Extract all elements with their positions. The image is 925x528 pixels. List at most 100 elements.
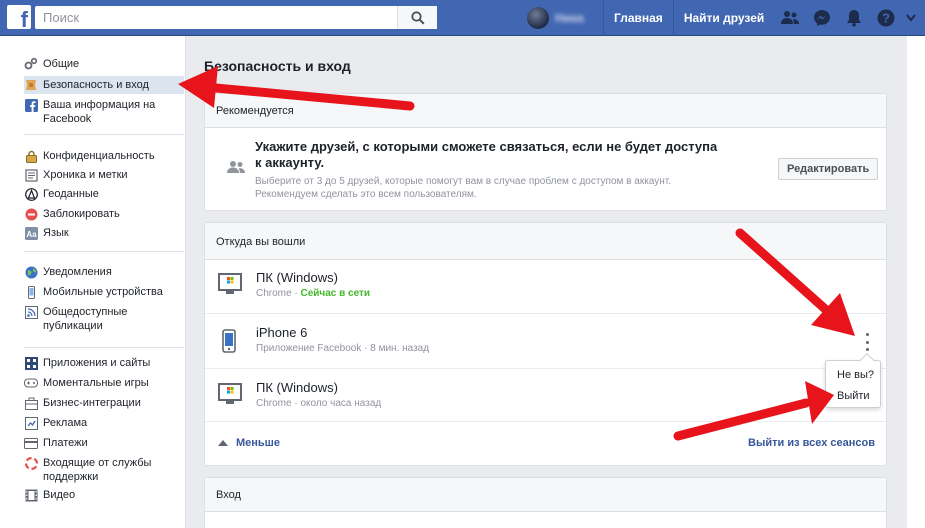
menu-item-logout[interactable]: Выйти (837, 390, 870, 402)
business-icon (24, 396, 38, 410)
card-icon (24, 436, 38, 450)
sidebar-item-label: Приложения и сайты (43, 357, 151, 369)
mobile-icon (24, 285, 38, 299)
sidebar-item-label: Моментальные игры (43, 377, 149, 389)
session-row: iPhone 6 Приложение Facebook · 8 мин. на… (205, 315, 886, 369)
session-more-options-icon[interactable] (862, 333, 872, 351)
client-name: Приложение Facebook (256, 343, 362, 354)
sidebar-item-general[interactable]: Общие (24, 57, 184, 71)
rss-icon (24, 305, 38, 319)
sidebar-item-label: Конфиденциальность (43, 150, 155, 162)
film-icon (24, 488, 38, 502)
edit-button[interactable]: Редактировать (778, 158, 879, 180)
friend-requests-icon[interactable] (774, 0, 806, 36)
ads-icon (24, 416, 38, 430)
sidebar-item-language[interactable]: Aa Язык (24, 226, 184, 240)
session-options-menu: Не вы? Выйти (825, 352, 881, 408)
sidebar-item-label: Бизнес-интеграции (43, 397, 141, 409)
sidebar-item-label: Входящие от службы поддержки (43, 457, 152, 483)
facebook-logo-icon[interactable]: f (7, 5, 31, 31)
recommended-card: Рекомендуется Укажите друзей, с которыми… (204, 93, 887, 211)
notifications-bell-icon[interactable] (838, 0, 870, 36)
profile-link[interactable]: Ника (555, 11, 591, 25)
gears-icon (24, 57, 38, 71)
sidebar-item-videos[interactable]: Видео (24, 488, 184, 502)
device-name: ПК (Windows) (256, 270, 338, 285)
apps-icon (24, 356, 38, 370)
sidebar-item-security[interactable]: Безопасность и вход (24, 76, 184, 94)
last-active: 8 мин. назад (370, 343, 430, 354)
desktop-icon (218, 273, 242, 298)
search-icon (410, 10, 425, 25)
language-icon: Aa (24, 226, 38, 240)
avatar[interactable] (527, 7, 549, 29)
search-input[interactable] (35, 6, 395, 29)
client-name: Chrome (256, 398, 292, 409)
sidebar-item-payments[interactable]: Платежи (24, 436, 184, 450)
facebook-icon (24, 98, 38, 112)
sidebar-item-label: Хроника и метки (43, 169, 128, 181)
sidebar-item-your-info[interactable]: Ваша информация на Facebook (24, 98, 184, 126)
sidebar-item-label: Безопасность и вход (43, 79, 149, 91)
menu-item-not-you[interactable]: Не вы? (837, 369, 874, 381)
sidebar-item-label: Видео (43, 489, 76, 501)
card-divider (205, 421, 886, 422)
session-meta: Chrome · Сейчас в сети (256, 288, 371, 299)
trusted-contacts-icon (227, 160, 245, 177)
client-name: Chrome (256, 288, 292, 299)
sidebar-item-public-posts[interactable]: Общедоступные публикации (24, 305, 184, 333)
sidebar-item-label: Общедоступные публикации (43, 306, 128, 332)
desktop-icon (218, 383, 242, 408)
logout-all-sessions-link[interactable]: Выйти из всех сеансов (748, 437, 875, 449)
card-header: Откуда вы вошли (205, 223, 886, 260)
badge-icon (24, 78, 38, 92)
page-title: Безопасность и вход (204, 58, 351, 74)
sidebar-item-apps[interactable]: Приложения и сайты (24, 356, 184, 370)
sidebar-item-support-inbox[interactable]: Входящие от службы поддержки (24, 456, 184, 484)
sidebar-item-label: Общие (43, 58, 80, 70)
show-less-link[interactable]: Меньше (218, 437, 280, 449)
session-row: ПК (Windows) Chrome · около часа назад (205, 370, 886, 424)
sidebar-item-ads[interactable]: Реклама (24, 416, 184, 430)
search-button[interactable] (397, 6, 437, 29)
sidebar-item-label: Мобильные устройства (43, 286, 163, 298)
sidebar-divider (24, 347, 184, 348)
session-meta: Приложение Facebook · 8 мин. назад (256, 343, 430, 354)
device-name: ПК (Windows) (256, 380, 338, 395)
card-header: Вход (205, 478, 886, 512)
sidebar-item-location[interactable]: Геоданные (24, 187, 184, 201)
help-icon[interactable]: ? (870, 0, 902, 36)
show-less-label: Меньше (236, 437, 280, 449)
sidebar-item-notifications[interactable]: Уведомления (24, 265, 184, 279)
timeline-icon (24, 168, 38, 182)
sidebar-item-label: Ваша информация на Facebook (43, 99, 156, 125)
recommendation-title: Укажите друзей, с которыми сможете связа… (255, 139, 718, 170)
sidebar-item-privacy[interactable]: Конфиденциальность (24, 149, 184, 163)
card-header: Рекомендуется (205, 94, 886, 128)
page-right-gutter (907, 36, 925, 528)
sidebar-item-business-integrations[interactable]: Бизнес-интеграции (24, 396, 184, 410)
sidebar-item-mobile[interactable]: Мобильные устройства (24, 285, 184, 299)
location-icon (24, 187, 38, 201)
phone-icon (222, 329, 236, 356)
online-status: Сейчас в сети (300, 288, 371, 299)
triangle-up-icon (218, 440, 228, 446)
sidebar-item-blocking[interactable]: Заблокировать (24, 207, 184, 221)
home-link[interactable]: Главная (603, 0, 673, 36)
find-friends-link[interactable]: Найти друзей (672, 0, 774, 36)
svg-text:Aa: Aa (26, 230, 37, 239)
sidebar-item-label: Геоданные (43, 188, 99, 200)
messenger-icon[interactable] (806, 0, 838, 36)
sidebar-divider (24, 134, 184, 135)
lock-icon (24, 149, 38, 163)
sidebar-item-label: Заблокировать (43, 208, 120, 220)
sidebar-item-instant-games[interactable]: Моментальные игры (24, 376, 184, 390)
account-menu-chevron-icon[interactable] (902, 0, 920, 36)
login-card: Вход (204, 477, 887, 528)
session-meta: Chrome · около часа назад (256, 398, 382, 409)
sessions-card: Откуда вы вошли ПК (Windows) Chrome · Се… (204, 222, 887, 466)
block-icon (24, 207, 38, 221)
settings-sidebar: Общие Безопасность и вход Ваша информаци… (0, 36, 186, 528)
recommendation-description: Выберите от 3 до 5 друзей, которые помог… (255, 176, 672, 200)
sidebar-item-timeline[interactable]: Хроника и метки (24, 168, 184, 182)
